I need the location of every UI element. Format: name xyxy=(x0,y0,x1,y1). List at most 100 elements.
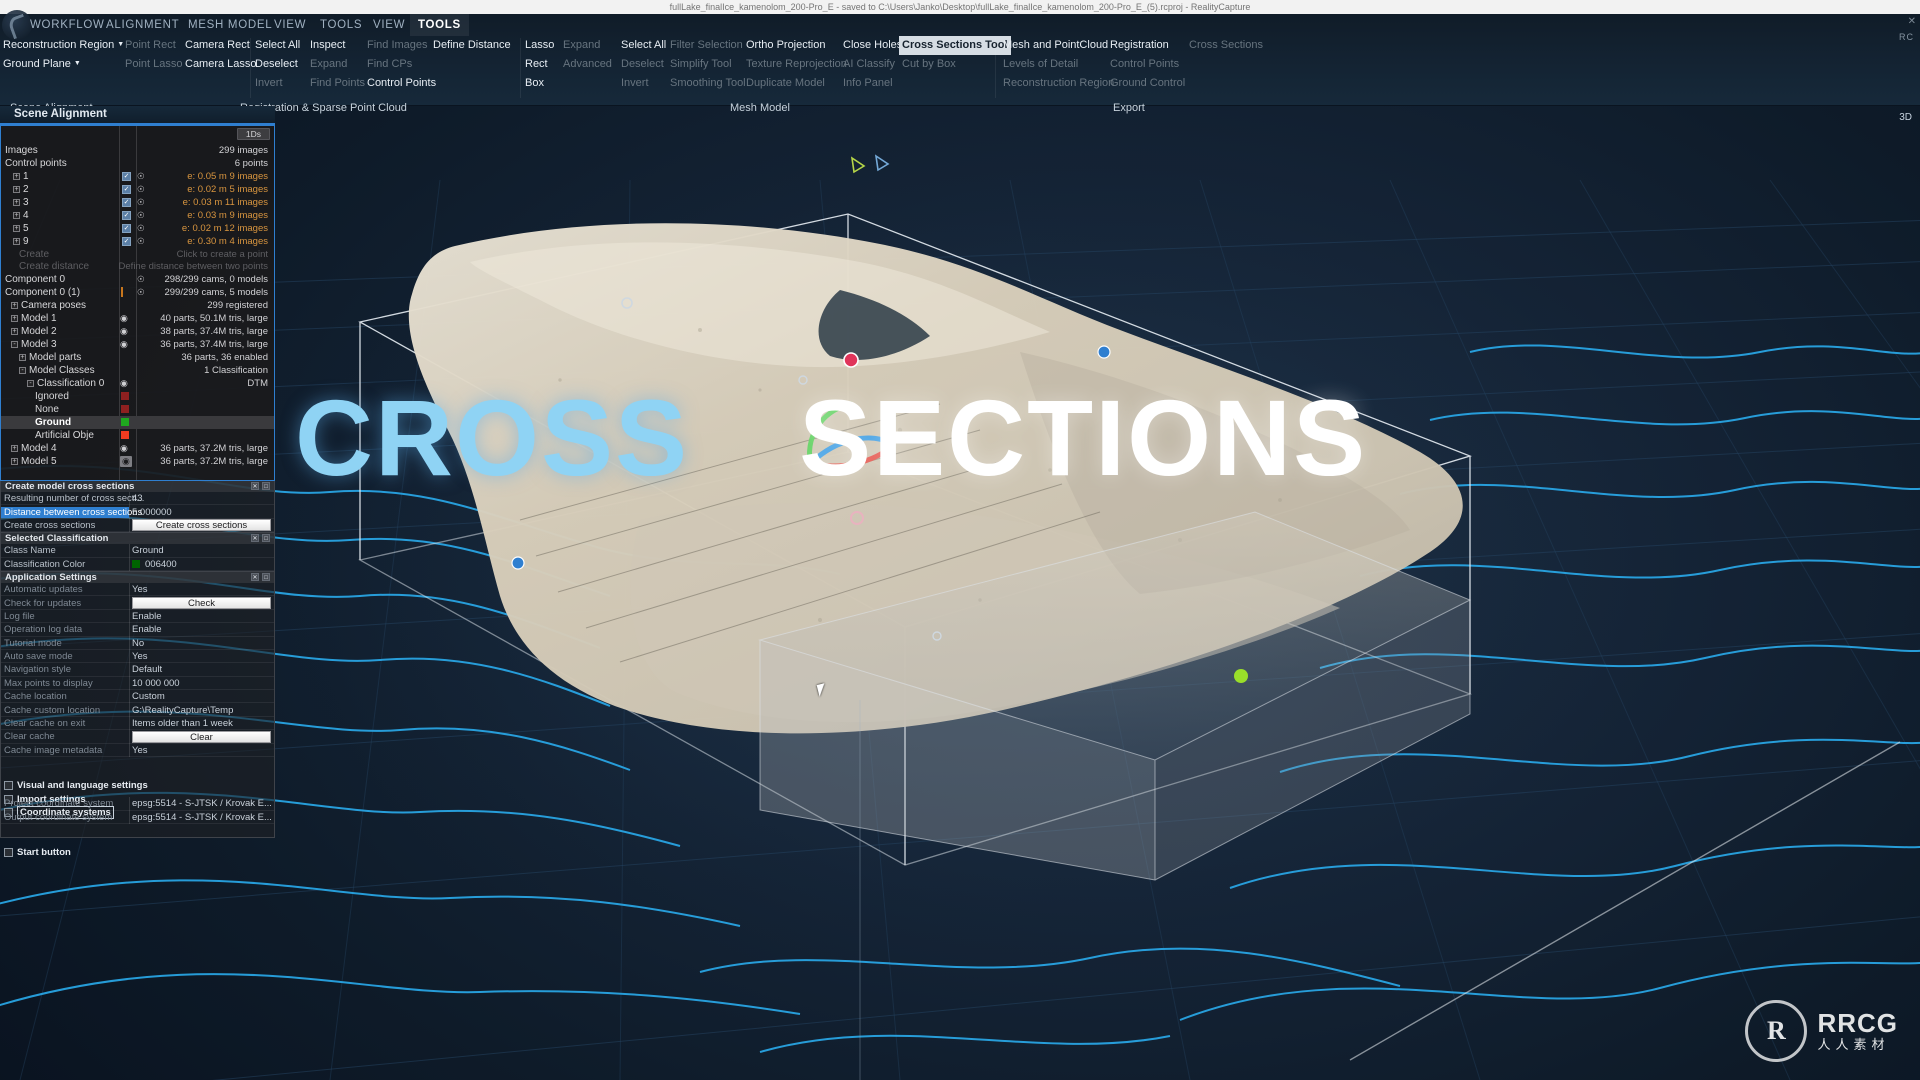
tree-row[interactable]: Ground xyxy=(1,416,274,429)
ribbon-item-registration[interactable]: Registration xyxy=(1107,36,1172,55)
property-panel-selected-classification[interactable]: Selected Classification □ ✕ Class Name Groun… xyxy=(0,533,275,572)
ribbon-tab-view-3[interactable]: VIEW xyxy=(266,14,314,36)
ribbon-item-camera-rect[interactable]: Camera Rect xyxy=(182,36,253,55)
property-row[interactable]: Check for updates Check xyxy=(1,596,274,610)
tree-row[interactable]: Control points 6 points xyxy=(1,157,274,170)
property-action-button[interactable]: Clear xyxy=(132,730,271,743)
ribbon-item-ground-control[interactable]: Ground Control xyxy=(1107,74,1188,93)
collapse-icon[interactable]: - xyxy=(19,366,26,374)
property-row[interactable]: Navigation style Default xyxy=(1,663,274,677)
property-value[interactable]: Default xyxy=(132,664,271,675)
expand-icon[interactable]: + xyxy=(11,457,18,465)
expand-icon[interactable]: + xyxy=(13,198,20,206)
ribbon-item-select-all[interactable]: Select All xyxy=(618,36,669,55)
expand-icon[interactable]: + xyxy=(13,185,20,193)
ribbon-item-info-panel[interactable]: Info Panel xyxy=(840,74,896,93)
property-row[interactable]: Log file Enable xyxy=(1,609,274,624)
tree-row[interactable]: + Model 5 ◉ 36 parts, 37.2M tris, large xyxy=(1,455,274,468)
property-value[interactable]: Yes xyxy=(132,584,271,595)
ribbon-item-ai-classify[interactable]: AI Classify xyxy=(840,55,898,74)
property-row[interactable]: Clear cache on exit Items older than 1 we… xyxy=(1,716,274,731)
property-row[interactable]: Max points to display 10 000 000 xyxy=(1,676,274,691)
visibility-eye-icon[interactable]: ◉ xyxy=(120,455,132,467)
visibility-eye-icon[interactable]: ◉ xyxy=(120,339,128,350)
property-value[interactable]: 006400 xyxy=(132,559,271,570)
property-value[interactable]: Enable xyxy=(132,624,271,635)
tree-row[interactable]: Create Click to create a point xyxy=(1,248,274,261)
expand-icon[interactable]: + xyxy=(19,353,26,361)
property-panels[interactable]: Create model cross sections □ ✕ Resulting n… xyxy=(0,481,275,858)
property-value[interactable]: G:\RealityCapture\Temp xyxy=(132,705,271,716)
property-row[interactable]: Tutorial mode No xyxy=(1,636,274,650)
tree-row[interactable]: +5 ✓ ☉ e: 0.02 m 12 images xyxy=(1,222,274,235)
color-swatch[interactable] xyxy=(132,559,140,568)
tree-row[interactable]: + Camera poses 299 registered xyxy=(1,299,274,312)
panel-close-icon[interactable]: ✕ xyxy=(251,482,259,490)
chevron-down-icon[interactable]: ▼ xyxy=(74,60,81,67)
property-action-button[interactable]: Create cross sections xyxy=(132,519,271,532)
property-row[interactable]: Cache custom location G:\RealityCapture\T… xyxy=(1,703,274,717)
visibility-eye-icon[interactable]: ◉ xyxy=(120,326,128,337)
ribbon-item-inspect[interactable]: Inspect xyxy=(307,36,348,55)
ribbon-item-lasso[interactable]: Lasso xyxy=(522,36,557,55)
property-value[interactable]: 43 xyxy=(132,493,271,504)
property-value[interactable]: epsg:5514 - S-JTSK / Krovak E... xyxy=(132,812,271,823)
property-value[interactable]: 5.000000 xyxy=(132,507,271,518)
ribbon-item-ortho-projection[interactable]: Ortho Projection xyxy=(743,36,828,55)
ribbon-item-mesh-and-pointcloud[interactable]: Mesh and PointCloud xyxy=(1000,36,1111,55)
property-row[interactable]: Resulting number of cross secti... 43 xyxy=(1,492,274,506)
ribbon-item-point-lasso[interactable]: Point Lasso xyxy=(122,55,185,74)
visibility-eye-icon[interactable]: ◉ xyxy=(120,443,128,454)
ribbon-item-select-all[interactable]: Select All xyxy=(252,36,303,55)
ribbon-item-expand[interactable]: Expand xyxy=(560,36,603,55)
checkbox-icon[interactable]: ✓ xyxy=(122,197,131,207)
ribbon-item-invert[interactable]: Invert xyxy=(252,74,286,93)
expand-icon[interactable]: + xyxy=(13,172,20,180)
property-row[interactable]: Distance between cross sections 5.000000 xyxy=(1,505,274,519)
ribbon-item-deselect[interactable]: Deselect xyxy=(252,55,301,74)
ribbon-item-close-holes[interactable]: Close Holes xyxy=(840,36,905,55)
class-color-swatch[interactable] xyxy=(121,405,129,413)
3d-viewport[interactable]: 3D xyxy=(0,0,1920,1080)
tree-row[interactable]: None xyxy=(1,403,274,416)
expand-icon[interactable]: + xyxy=(11,327,18,335)
ribbon-item-filter-selection[interactable]: Filter Selection xyxy=(667,36,746,55)
ribbon-item-define-distance[interactable]: Define Distance xyxy=(430,36,514,55)
tree-row[interactable]: - Model Classes 1 Classification xyxy=(1,364,274,377)
ribbon-item-cut-by-box[interactable]: Cut by Box xyxy=(899,55,959,74)
property-action-button[interactable]: Check xyxy=(132,597,271,610)
panel-close-icon[interactable]: ✕ xyxy=(251,572,259,581)
property-value[interactable]: No xyxy=(132,638,271,649)
ribbon-item-cross-sections[interactable]: Cross Sections xyxy=(1186,36,1266,55)
tree-row[interactable]: Artificial Obje xyxy=(1,429,274,442)
tree-row[interactable]: +2 ✓ ☉ e: 0.02 m 5 images xyxy=(1,183,274,196)
ribbon-item-levels-of-detail[interactable]: Levels of Detail xyxy=(1000,55,1081,74)
property-value[interactable]: epsg:5514 - S-JTSK / Krovak E... xyxy=(132,798,271,809)
property-value[interactable]: 10 000 000 xyxy=(132,678,271,689)
tree-row[interactable]: + Model 1 ◉ 40 parts, 50.1M tris, large xyxy=(1,312,274,325)
scene-tree-panel[interactable]: 1Ds Images 299 images Control points 6 poin… xyxy=(0,126,275,481)
property-row[interactable]: Classification Color 006400 xyxy=(1,557,274,571)
property-panel-application-settings[interactable]: Application Settings □ ✕ Automatic updates Y… xyxy=(0,571,275,858)
left-dock-panel[interactable]: Scene Alignment 1Ds Images 299 images Cont… xyxy=(0,106,275,1080)
ribbon-item-invert[interactable]: Invert xyxy=(618,74,652,93)
close-icon[interactable]: ✕ xyxy=(1908,16,1916,27)
panel-float-icon[interactable]: □ xyxy=(262,482,270,490)
ribbon-item-box[interactable]: Box xyxy=(522,74,547,93)
property-row[interactable]: Clear cache Clear xyxy=(1,730,274,744)
ribbon-item-control-points[interactable]: Control Points xyxy=(364,74,439,93)
ribbon-tab-view-5[interactable]: VIEW xyxy=(365,14,413,36)
ribbon-item-simplify-tool[interactable]: Simplify Tool xyxy=(667,55,735,74)
property-row[interactable]: Class Name Ground xyxy=(1,544,274,558)
tree-row[interactable]: +1 ✓ ☉ e: 0.05 m 9 images xyxy=(1,170,274,183)
property-row[interactable]: Operation log data Enable xyxy=(1,623,274,637)
property-value[interactable]: Items older than 1 week xyxy=(132,718,271,729)
class-color-swatch[interactable] xyxy=(121,392,129,400)
property-row[interactable]: Cache location Custom xyxy=(1,690,274,704)
class-color-swatch[interactable] xyxy=(121,418,129,426)
checkbox-icon[interactable]: ✓ xyxy=(122,171,131,181)
property-value[interactable]: Ground xyxy=(132,545,271,556)
panel-float-icon[interactable]: □ xyxy=(262,534,270,543)
property-group-header[interactable]: Start button xyxy=(1,846,274,859)
ribbon-toolbar[interactable]: WORKFLOW ALIGNMENT MESH MODEL VIEW TOOLS VIEW… xyxy=(0,10,1920,114)
